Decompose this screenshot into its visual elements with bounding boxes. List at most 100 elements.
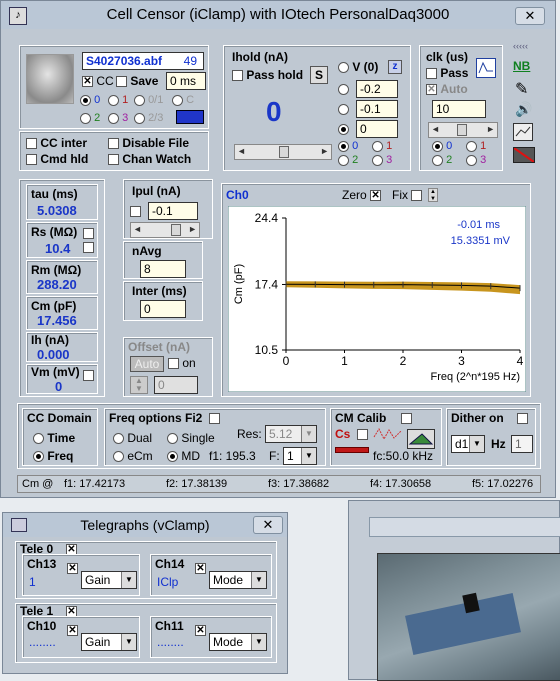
offset-on-checkbox[interactable]: on xyxy=(168,356,196,370)
dither-check[interactable] xyxy=(517,413,528,424)
domain-time-radio[interactable]: Time xyxy=(33,431,75,445)
ecm-radio[interactable]: eCm xyxy=(113,449,153,463)
camera-off-icon[interactable] xyxy=(513,147,535,163)
clk-pass-checkbox[interactable]: Pass xyxy=(426,66,468,80)
offset-spinner[interactable]: ▲ ▼ xyxy=(130,376,148,394)
cmd-hld-checkbox[interactable]: Cmd hld xyxy=(26,152,88,166)
speaker-icon[interactable]: 🔊 xyxy=(515,101,535,119)
ch13-check[interactable]: ✕ xyxy=(67,563,78,574)
single-radio[interactable]: Single xyxy=(167,431,215,445)
chan-radio-23[interactable]: 2/3 xyxy=(134,112,163,124)
v1-field[interactable]: -0.2 xyxy=(356,80,398,98)
vm-check[interactable] xyxy=(83,370,94,381)
nb-button[interactable]: NB xyxy=(513,59,530,73)
ch11-check[interactable]: ✕ xyxy=(195,625,206,636)
v2-field[interactable]: -0.1 xyxy=(356,100,398,118)
chan-radio-1-label: 1 xyxy=(122,94,129,106)
ch11-mode-select[interactable]: Mode ▼ xyxy=(209,633,267,651)
ihold-chan-1[interactable]: 1 xyxy=(372,140,392,152)
bottom-group: CC Domain Time Freq Freq options Fi2 Dua… xyxy=(17,403,541,469)
chan-radio-01[interactable]: 0/1 xyxy=(134,94,163,106)
auto-button[interactable]: Auto xyxy=(130,356,164,372)
cc-checkbox[interactable]: ✕ CC xyxy=(82,74,114,88)
navg-field[interactable]: 8 xyxy=(140,260,186,278)
cm-calib-check[interactable] xyxy=(401,413,412,424)
f1-label: f1: 195.3 xyxy=(209,449,256,463)
ihold-chan-3-label: 3 xyxy=(386,154,393,166)
v3-field[interactable]: 0 xyxy=(356,120,398,138)
ch10-check[interactable]: ✕ xyxy=(67,625,78,636)
clk-chan-0[interactable]: 0 xyxy=(432,140,452,152)
chan-radio-c[interactable]: C xyxy=(172,94,194,106)
ch14-check[interactable]: ✕ xyxy=(195,563,206,574)
clk-field[interactable]: 10 xyxy=(432,100,486,118)
res-select[interactable]: 5.12 ▼ xyxy=(265,425,317,443)
fix-checkbox[interactable]: Fix xyxy=(392,188,423,202)
ihold-chan-3[interactable]: 3 xyxy=(372,154,392,166)
time-field[interactable]: 0 ms xyxy=(166,72,206,90)
camera-window[interactable] xyxy=(348,500,560,681)
cc-inter-checkbox[interactable]: CC inter xyxy=(26,136,87,150)
hz-field[interactable]: 1 xyxy=(511,435,533,453)
ipul-slider[interactable]: ◄ ► xyxy=(130,222,200,238)
inter-field[interactable]: 0 xyxy=(140,300,186,318)
telegraphs-close-button[interactable]: ✕ xyxy=(253,516,283,534)
ihold-slider[interactable]: ◄ ► xyxy=(234,144,332,160)
ch13-gain-select[interactable]: Gain ▼ xyxy=(81,571,137,589)
wave-icon[interactable] xyxy=(476,58,496,78)
fi2-check[interactable] xyxy=(209,413,220,424)
chan-radio-0[interactable]: 0 xyxy=(80,94,100,106)
file-name-field[interactable]: S4027036.abf 49 xyxy=(82,52,204,70)
dual-radio[interactable]: Dual xyxy=(113,431,152,445)
cc-check[interactable]: ✕ xyxy=(82,76,93,88)
pen-icon[interactable]: ✎ xyxy=(515,79,535,98)
chan-radio-1[interactable]: 1 xyxy=(108,94,128,106)
dither-select[interactable]: d1 ▼ xyxy=(451,435,485,453)
zero-checkbox[interactable]: Zero ✕ xyxy=(342,188,382,202)
clk-chan-1-label: 1 xyxy=(480,140,487,152)
graph-icon[interactable] xyxy=(513,123,533,141)
calib-button[interactable] xyxy=(407,429,435,449)
chan-radio-3[interactable]: 3 xyxy=(108,112,128,124)
chan-watch-checkbox[interactable]: Chan Watch xyxy=(108,152,191,166)
domain-freq-radio[interactable]: Freq xyxy=(33,449,73,463)
clk-chan-3[interactable]: 3 xyxy=(466,154,486,166)
clk-chan-2[interactable]: 2 xyxy=(432,154,452,166)
rs-check-2[interactable] xyxy=(83,242,94,253)
chan-radio-2[interactable]: 2 xyxy=(80,112,100,124)
pass-hold-checkbox[interactable]: Pass hold xyxy=(232,68,303,82)
ipul-check[interactable] xyxy=(130,206,141,217)
v1-radio[interactable] xyxy=(338,82,349,96)
ch14-mode-select[interactable]: Mode ▼ xyxy=(209,571,267,589)
ihold-chan-0[interactable]: 0 xyxy=(338,140,358,152)
tape-icon[interactable] xyxy=(176,110,204,124)
ipul-field[interactable]: -0.1 xyxy=(148,202,198,220)
z-button[interactable]: z xyxy=(388,60,402,74)
rs-check-1[interactable] xyxy=(83,228,94,239)
v0-radio[interactable]: V (0) xyxy=(338,60,378,74)
chart-svg[interactable]: 24.4 17.4 10.5 0 1 2 3 4 Cm (pF) Freq (2^n*195 Hz… xyxy=(228,206,526,392)
save-checkbox[interactable]: Save xyxy=(116,74,158,88)
chan-radio-2-label: 2 xyxy=(94,112,101,124)
close-button[interactable]: ✕ xyxy=(515,7,545,25)
v3-radio[interactable] xyxy=(338,122,349,136)
ihold-chan-2[interactable]: 2 xyxy=(338,154,358,166)
f-select[interactable]: 1 ▼ xyxy=(283,447,317,465)
md-radio[interactable]: MD xyxy=(167,449,200,463)
save-check[interactable] xyxy=(116,76,127,88)
clk-chan-1[interactable]: 1 xyxy=(466,140,486,152)
clk-auto-checkbox[interactable]: ✕ Auto xyxy=(426,82,468,96)
params-group: tau (ms) 5.0308 Rs (MΩ) 10.4 Rm (MΩ) 288… xyxy=(19,179,105,397)
ch10-gain-select[interactable]: Gain ▼ xyxy=(81,633,137,651)
disable-file-checkbox[interactable]: Disable File xyxy=(108,136,189,150)
v2-radio[interactable] xyxy=(338,102,349,116)
cs-check[interactable] xyxy=(357,429,368,440)
save-label: Save xyxy=(130,74,159,88)
inter-group: Inter (ms) 0 xyxy=(123,281,203,321)
chart-spinner[interactable]: ▲ ▼ xyxy=(428,188,438,202)
offset-field[interactable]: 0 xyxy=(154,376,198,394)
title-bar[interactable]: ♪ Cell Censor (iClamp) with IOtech Perso… xyxy=(1,1,555,29)
s-button[interactable]: S xyxy=(310,66,328,84)
clk-slider[interactable]: ◄ ► xyxy=(428,122,498,138)
telegraphs-title-bar[interactable]: Telegraphs (vClamp) ✕ xyxy=(3,513,287,537)
